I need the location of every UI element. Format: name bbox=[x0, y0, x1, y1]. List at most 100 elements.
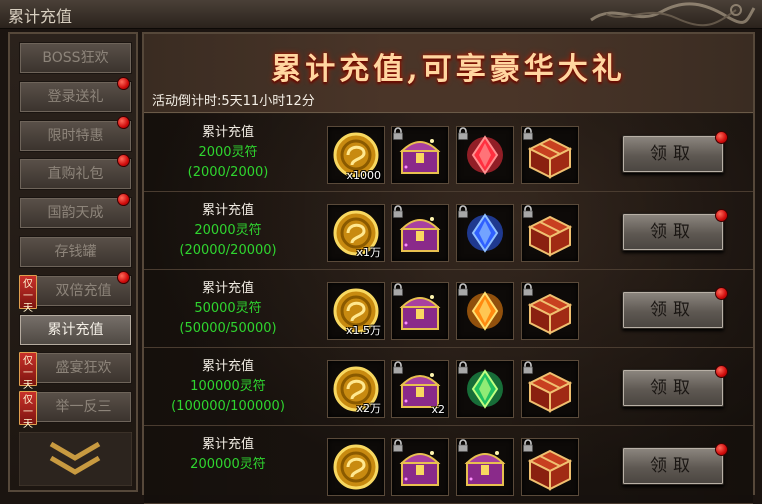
reward-item-slot[interactable]: x1.5万 bbox=[327, 282, 385, 340]
reward-item-slot[interactable] bbox=[456, 438, 514, 496]
sidebar-item[interactable]: BOSS狂欢 bbox=[19, 42, 132, 74]
notification-dot bbox=[117, 270, 130, 284]
reward-item-slot[interactable] bbox=[391, 282, 449, 340]
reward-row: 累计充值 2000灵符 (2000/2000) x1000 领取 bbox=[144, 114, 753, 192]
notification-dot bbox=[715, 365, 728, 378]
sidebar-item[interactable]: 限时特惠 bbox=[19, 115, 132, 152]
sidebar-item-label: BOSS狂欢 bbox=[42, 50, 109, 66]
reward-item-slot[interactable] bbox=[391, 438, 449, 496]
claim-button[interactable]: 领取 bbox=[622, 131, 728, 173]
requirement-line2: 2000灵符 bbox=[198, 145, 258, 160]
requirement-line2: 20000灵符 bbox=[194, 223, 262, 238]
reward-row: 累计充值 200000灵符 领取 bbox=[144, 426, 753, 504]
requirement-text: 累计充值 50000灵符 (50000/50000) bbox=[152, 279, 304, 339]
requirement-line3: (50000/50000) bbox=[179, 321, 277, 336]
reward-row: 累计充值 50000灵符 (50000/50000) x1.5万 领取 bbox=[144, 270, 753, 348]
claim-button[interactable]: 领取 bbox=[622, 209, 728, 251]
claim-button-label: 领取 bbox=[650, 378, 696, 398]
lock-icon bbox=[523, 439, 533, 452]
sidebar-item[interactable]: 存钱罐 bbox=[19, 236, 132, 268]
lock-icon bbox=[523, 283, 533, 296]
sidebar-item-label: 限时特惠 bbox=[47, 127, 104, 144]
reward-item-slot[interactable] bbox=[521, 360, 579, 418]
reward-item-slot[interactable] bbox=[521, 126, 579, 184]
reward-row: 累计充值 100000灵符 (100000/100000) x2万 x2 领取 bbox=[144, 348, 753, 426]
requirement-text: 累计充值 100000灵符 (100000/100000) bbox=[152, 357, 304, 417]
lock-icon bbox=[393, 361, 403, 374]
sidebar-item[interactable]: 仅一天 举一反三 bbox=[19, 391, 132, 430]
requirement-line1: 累计充值 bbox=[201, 359, 254, 374]
countdown-text: 活动倒计时:5天11小时12分 bbox=[152, 94, 315, 109]
item-quantity: x1000 bbox=[346, 169, 381, 182]
requirement-line1: 累计充值 bbox=[201, 281, 254, 296]
reward-item-slot[interactable] bbox=[391, 126, 449, 184]
lock-icon bbox=[523, 361, 533, 374]
dragon-ornament-icon bbox=[590, 2, 756, 27]
notification-dot bbox=[715, 287, 728, 300]
requirement-line3: (100000/100000) bbox=[171, 399, 285, 414]
sidebar-item-label: 国韵天成 bbox=[47, 205, 104, 222]
reward-item-slot[interactable] bbox=[456, 282, 514, 340]
lock-icon bbox=[393, 127, 403, 140]
reward-item-slot[interactable] bbox=[456, 360, 514, 418]
requirement-line3: (20000/20000) bbox=[179, 243, 277, 258]
notification-dot bbox=[117, 76, 130, 90]
window-title: 累计充值 bbox=[8, 7, 73, 26]
item-quantity: x2万 bbox=[356, 402, 381, 415]
lock-icon bbox=[458, 361, 468, 374]
reward-item-slot[interactable]: x2 bbox=[391, 360, 449, 418]
sidebar-item-label: 盛宴狂欢 bbox=[55, 360, 112, 377]
lock-icon bbox=[458, 283, 468, 296]
requirement-text: 累计充值 2000灵符 (2000/2000) bbox=[152, 123, 304, 183]
sidebar-item[interactable]: 仅一天 双倍充值 bbox=[19, 270, 132, 314]
reward-item-slot[interactable]: x1万 bbox=[327, 204, 385, 262]
limited-tag: 仅一天 bbox=[19, 391, 37, 430]
reward-item-slot[interactable]: x1000 bbox=[327, 126, 385, 184]
claim-button[interactable]: 领取 bbox=[622, 287, 728, 329]
reward-row: 累计充值 20000灵符 (20000/20000) x1万 领取 bbox=[144, 192, 753, 270]
lock-icon bbox=[393, 283, 403, 296]
reward-item-slot[interactable] bbox=[521, 204, 579, 262]
notification-dot bbox=[117, 115, 130, 129]
notification-dot bbox=[117, 193, 130, 207]
reward-item-slot[interactable] bbox=[391, 204, 449, 262]
banner-heading: 累计充值,可享豪华大礼 bbox=[271, 52, 626, 87]
sidebar-item[interactable]: 直购礼包 bbox=[19, 154, 132, 191]
main-panel: 累计充值,可享豪华大礼 活动倒计时:5天11小时12分 累计充值 2000灵符 (2… bbox=[142, 32, 755, 504]
reward-item-slot[interactable]: x2万 bbox=[327, 360, 385, 418]
lock-icon bbox=[393, 205, 403, 218]
gold-coin-icon bbox=[333, 444, 379, 490]
lock-icon bbox=[458, 439, 468, 452]
sidebar-item-label: 登录送礼 bbox=[47, 88, 104, 105]
lock-icon bbox=[458, 205, 468, 218]
window-titlebar: 累计充值 bbox=[0, 0, 762, 29]
sidebar-item[interactable]: 国韵天成 bbox=[19, 193, 132, 230]
notification-dot bbox=[715, 443, 728, 456]
claim-button-label: 领取 bbox=[650, 456, 696, 476]
reward-item-slot[interactable] bbox=[327, 438, 385, 496]
sidebar-item[interactable]: 累计充值 bbox=[19, 313, 132, 346]
lock-icon bbox=[393, 439, 403, 452]
notification-dot bbox=[117, 154, 130, 168]
reward-item-slot[interactable] bbox=[521, 282, 579, 340]
limited-tag: 仅一天 bbox=[19, 352, 37, 391]
reward-item-slot[interactable] bbox=[456, 126, 514, 184]
requirement-text: 累计充值 20000灵符 (20000/20000) bbox=[152, 201, 304, 261]
claim-button[interactable]: 领取 bbox=[622, 365, 728, 407]
claim-button[interactable]: 领取 bbox=[622, 443, 728, 485]
requirement-line2: 200000灵符 bbox=[190, 457, 266, 472]
reward-item-slot[interactable] bbox=[521, 438, 579, 496]
sidebar-item-label: 累计充值 bbox=[47, 321, 104, 338]
limited-tag: 仅一天 bbox=[19, 274, 37, 314]
reward-item-slot[interactable] bbox=[456, 204, 514, 262]
scroll-down-chevron-icon[interactable] bbox=[19, 432, 132, 486]
item-quantity: x1万 bbox=[356, 246, 381, 259]
sidebar-item[interactable]: 登录送礼 bbox=[19, 76, 132, 113]
item-quantity: x2 bbox=[431, 403, 445, 416]
lock-icon bbox=[523, 205, 533, 218]
claim-button-label: 领取 bbox=[650, 222, 696, 242]
sidebar-item[interactable]: 仅一天 盛宴狂欢 bbox=[19, 352, 132, 391]
sidebar-item-label: 双倍充值 bbox=[55, 282, 112, 299]
banner: 累计充值,可享豪华大礼 活动倒计时:5天11小时12分 bbox=[144, 34, 753, 113]
sidebar: BOSS狂欢 登录送礼 限时特惠 直购礼包 国韵天成 存钱罐 仅一天 双倍充值 累计充值 仅一天盛… bbox=[8, 32, 138, 492]
